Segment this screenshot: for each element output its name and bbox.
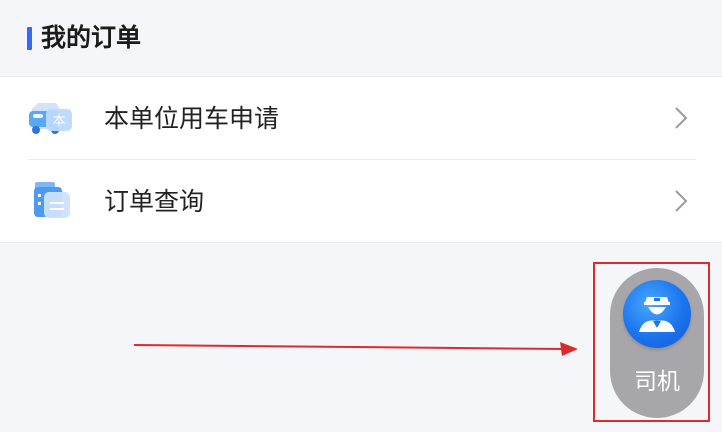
order-list-icon: [26, 178, 76, 224]
menu-item-order-query[interactable]: 订单查询: [0, 160, 722, 243]
menu-item-car-application[interactable]: 本 本单位用车申请: [0, 77, 722, 160]
menu-item-label: 订单查询: [104, 187, 205, 216]
driver-button[interactable]: 司机: [610, 268, 704, 418]
chevron-right-icon: [672, 105, 690, 131]
section-title: 我的订单: [41, 23, 142, 52]
svg-text:本: 本: [52, 114, 65, 129]
chevron-right-icon: [672, 188, 690, 214]
car-application-icon: 本: [26, 95, 76, 141]
menu-item-label: 本单位用车申请: [104, 104, 280, 133]
driver-label: 司机: [634, 369, 680, 395]
order-menu-card: 本 本单位用车申请 订单查询: [0, 76, 722, 243]
annotation-arrow: [134, 342, 578, 356]
section-accent-bar: [27, 27, 32, 50]
section-header: 我的订单: [0, 0, 722, 76]
driver-icon: [623, 280, 691, 348]
